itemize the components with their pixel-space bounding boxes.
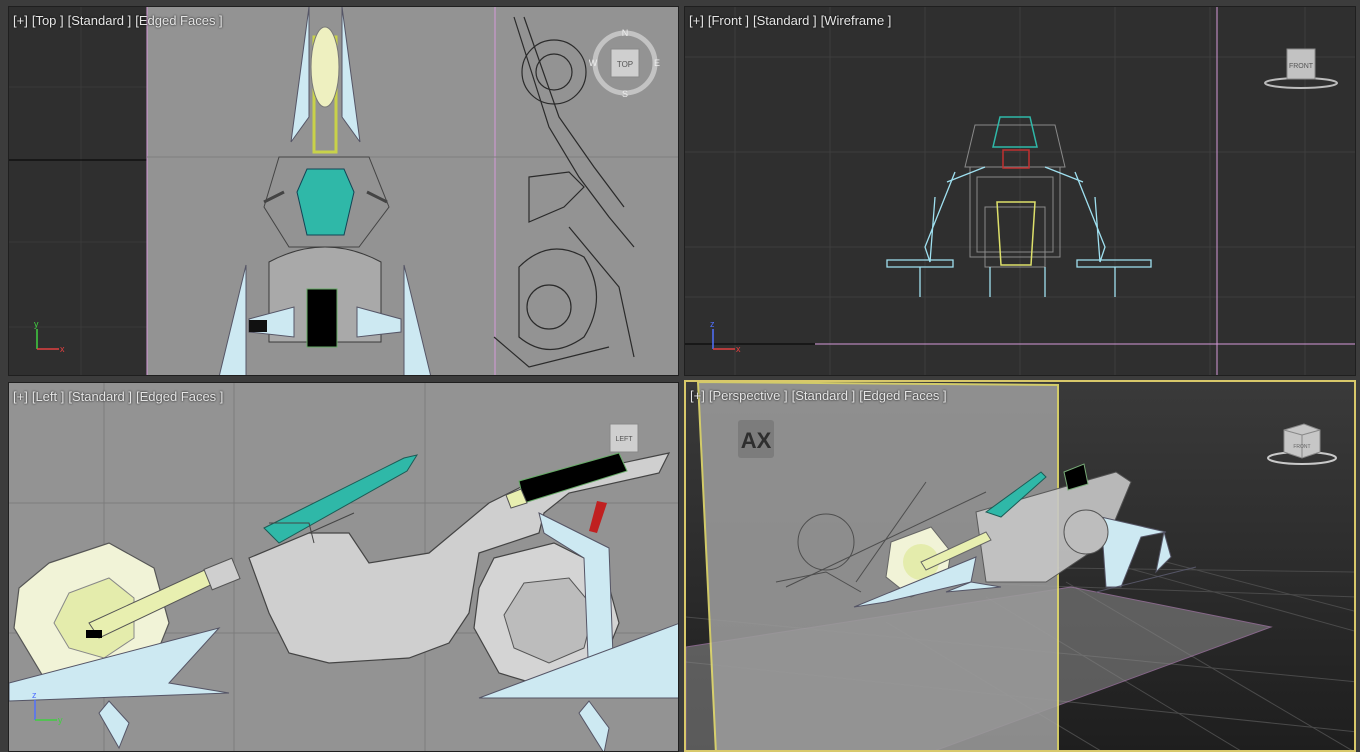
top-plus-menu[interactable]: [+] xyxy=(13,13,28,28)
plane-logo: AX xyxy=(741,428,772,453)
top-shading-menu[interactable]: [Standard ] xyxy=(68,13,132,28)
axis-z-label: z xyxy=(710,319,715,329)
compass-south: S xyxy=(622,89,628,99)
axis-y-label: y xyxy=(58,715,63,725)
viewport-top[interactable]: [+] [Top ] [Standard ] [Edged Faces ] TOP N… xyxy=(8,6,679,376)
axis-tripod-icon: z y xyxy=(32,690,63,725)
viewcube-face-label: LEFT xyxy=(615,436,633,443)
perspective-display-menu[interactable]: [Edged Faces ] xyxy=(859,388,946,403)
bike-model-left[interactable] xyxy=(9,452,679,752)
axis-tripod-icon: z x xyxy=(710,319,741,354)
front-view-menu[interactable]: [Front ] xyxy=(708,13,749,28)
viewcube-face-label: TOP xyxy=(617,60,633,69)
axis-x-label: x xyxy=(60,344,65,354)
left-viewport-label: [+] [Left ] [Standard ] [Edged Faces ] xyxy=(13,389,227,404)
viewport-front[interactable]: [+] [Front ] [Standard ] [Wireframe ] FRONT… xyxy=(684,6,1356,376)
viewport-left[interactable]: [+] [Left ] [Standard ] [Edged Faces ] LEFT… xyxy=(8,382,679,752)
left-viewcube[interactable]: LEFT xyxy=(607,421,643,455)
compass-east: E xyxy=(654,58,660,68)
left-display-menu[interactable]: [Edged Faces ] xyxy=(136,389,223,404)
axis-x-label: x xyxy=(736,344,741,354)
top-viewport-canvas[interactable] xyxy=(9,7,679,376)
left-shading-menu[interactable]: [Standard ] xyxy=(68,389,132,404)
front-plus-menu[interactable]: [+] xyxy=(689,13,704,28)
front-viewport-canvas[interactable] xyxy=(685,7,1356,376)
perspective-viewport-canvas[interactable]: AX xyxy=(686,382,1356,752)
front-viewcube[interactable]: FRONT xyxy=(1261,43,1341,93)
perspective-shading-menu[interactable]: [Standard ] xyxy=(792,388,856,403)
front-shading-menu[interactable]: [Standard ] xyxy=(753,13,817,28)
viewcube-face-label: FRONT xyxy=(1289,63,1314,70)
bike-model-front[interactable] xyxy=(886,116,1152,297)
front-viewport-label: [+] [Front ] [Standard ] [Wireframe ] xyxy=(689,13,895,28)
axis-tripod-icon: y x xyxy=(34,319,65,354)
left-view-menu[interactable]: [Left ] xyxy=(32,389,65,404)
top-display-menu[interactable]: [Edged Faces ] xyxy=(135,13,222,28)
top-view-menu[interactable]: [Top ] xyxy=(32,13,64,28)
viewport-perspective[interactable]: AX [+] [Perspective ] [Standard ] [Edged Fa… xyxy=(684,380,1356,752)
compass-west: W xyxy=(589,58,598,68)
perspective-view-menu[interactable]: [Perspective ] xyxy=(709,388,788,403)
top-viewcube[interactable]: TOP N E S W xyxy=(589,27,661,99)
front-display-menu[interactable]: [Wireframe ] xyxy=(821,13,892,28)
axis-y-label: y xyxy=(34,319,39,329)
compass-north: N xyxy=(622,28,629,38)
perspective-viewport-label: [+] [Perspective ] [Standard ] [Edged Faces… xyxy=(690,388,951,403)
axis-z-label: z xyxy=(32,690,37,700)
perspective-viewcube[interactable]: FRONT xyxy=(1264,420,1340,470)
left-plus-menu[interactable]: [+] xyxy=(13,389,28,404)
top-viewport-label: [+] [Top ] [Standard ] [Edged Faces ] xyxy=(13,13,227,28)
left-viewport-canvas[interactable] xyxy=(9,383,679,752)
viewcube-face-label: FRONT xyxy=(1293,444,1310,450)
perspective-plus-menu[interactable]: [+] xyxy=(690,388,705,403)
